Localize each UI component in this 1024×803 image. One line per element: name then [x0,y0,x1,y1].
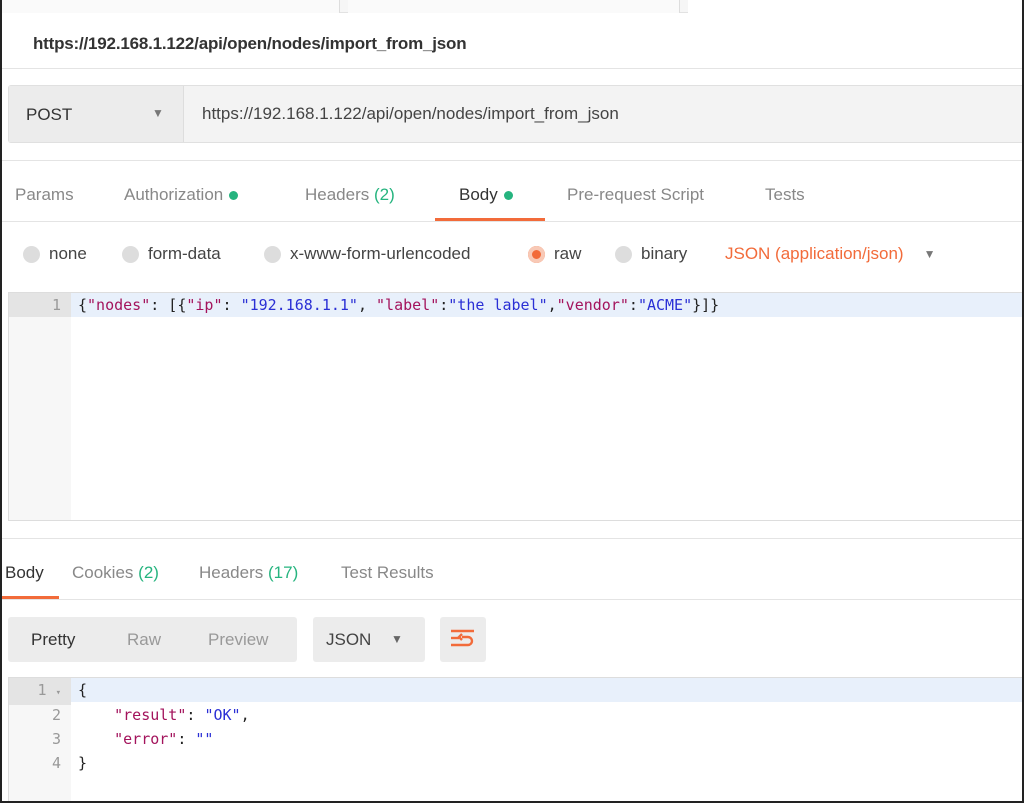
method-label: POST [26,105,73,124]
line-gutter [9,293,71,520]
status-dot [229,191,239,201]
url-input[interactable]: https://192.168.1.122/api/open/nodes/imp… [202,104,619,124]
url-bar: POST ▼ https://192.168.1.122/api/open/nod… [8,85,1024,143]
radio-binary[interactable]: binary [615,244,687,264]
tab-response-body[interactable]: Body [5,563,44,583]
app-tab[interactable] [688,0,1024,13]
chevron-down-icon: ▼ [391,632,403,646]
wrap-lines-button[interactable] [440,617,486,662]
radio-raw[interactable]: raw [528,244,581,264]
radio-none[interactable]: none [23,244,87,264]
preview-button[interactable]: Preview [208,630,268,650]
view-mode-group: Pretty Raw Preview [8,617,297,662]
code-line: 1 {"nodes": [{"ip": "192.168.1.1", "label… [9,293,1024,317]
tab-pre-request-script[interactable]: Pre-request Script [567,185,704,205]
tab-tests[interactable]: Tests [765,185,805,205]
divider [0,538,1024,539]
chevron-down-icon: ▼ [923,247,936,261]
wrap-lines-icon [451,629,474,647]
code-line: 4} [51,754,88,772]
content-type-select[interactable]: JSON (application/json) ▼ [725,244,935,264]
tab-response-headers[interactable]: Headers (17) [199,563,298,583]
method-select[interactable]: POST ▼ [9,86,184,142]
tab-test-results[interactable]: Test Results [341,563,434,583]
divider [0,599,1024,600]
app-tab[interactable] [348,0,680,13]
divider [0,221,1024,222]
code-line: 1 ▾{ [9,678,1024,705]
tab-authorization[interactable]: Authorization [124,185,239,205]
format-select[interactable]: JSON ▼ [313,617,425,662]
raw-button[interactable]: Raw [127,630,161,650]
app-tab[interactable] [0,0,340,13]
response-body-viewer[interactable]: 1 ▾{ 2 "result": "OK", 3 "error": "" 4} [8,677,1024,803]
app-tab-strip [0,0,1024,13]
code-line: 2 "result": "OK", [51,706,250,724]
radio-x-www-form-urlencoded[interactable]: x-www-form-urlencoded [264,244,470,264]
status-dot [503,191,513,201]
request-body-editor[interactable]: 1 {"nodes": [{"ip": "192.168.1.1", "label… [8,292,1024,521]
divider [0,68,1024,69]
radio-form-data[interactable]: form-data [122,244,221,264]
tab-cookies[interactable]: Cookies (2) [72,563,159,583]
chevron-down-icon: ▼ [152,106,164,120]
request-title: https://192.168.1.122/api/open/nodes/imp… [33,34,467,53]
pretty-button[interactable]: Pretty [31,630,75,650]
tab-body[interactable]: Body [459,185,513,205]
tab-params[interactable]: Params [15,185,74,205]
tab-headers[interactable]: Headers (2) [305,185,395,205]
divider [0,160,1024,161]
code-line: 3 "error": "" [51,730,214,748]
